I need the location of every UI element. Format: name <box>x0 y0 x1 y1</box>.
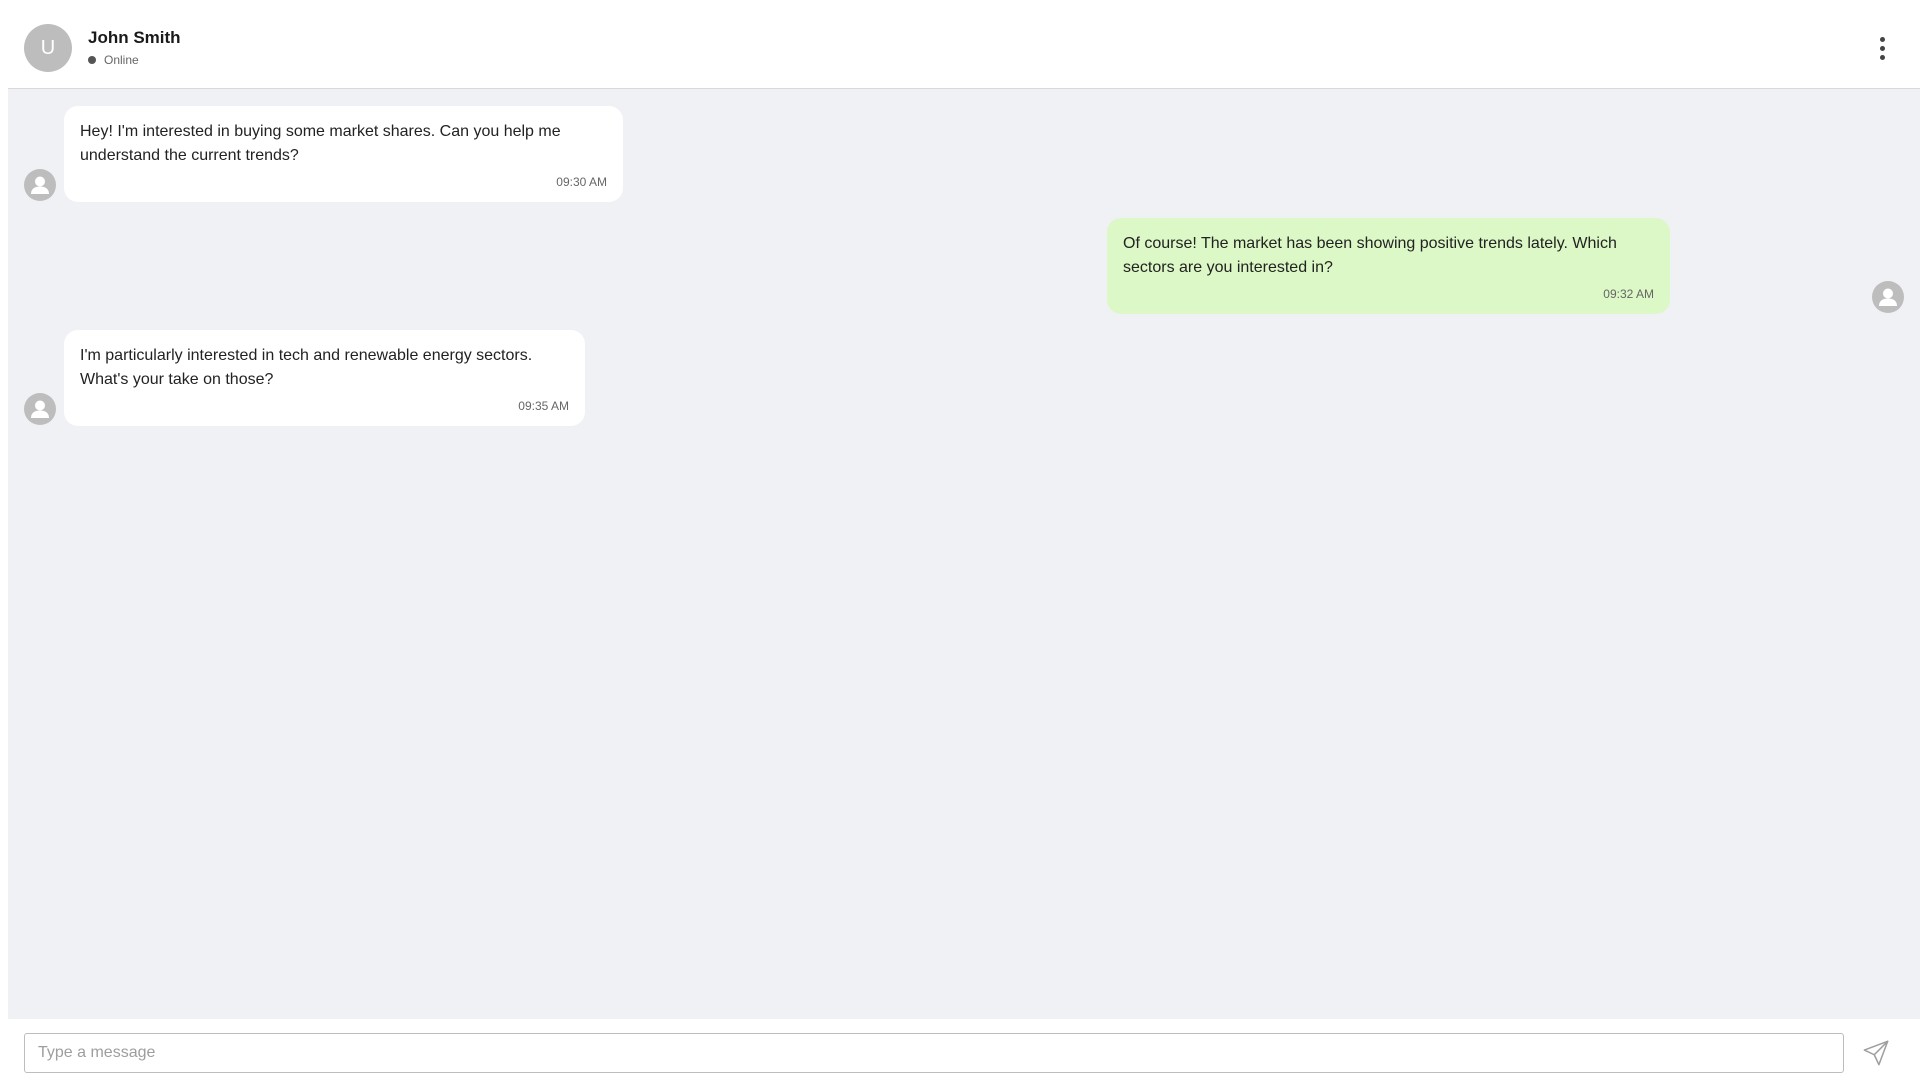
message-time: 09:35 AM <box>518 399 569 413</box>
chat-app: U John Smith Online Hey! I'm interested … <box>8 0 1920 1080</box>
chat-header: U John Smith Online <box>8 0 1920 89</box>
person-icon <box>1872 281 1904 313</box>
message-input[interactable] <box>24 1033 1844 1073</box>
contact-status-label: Online <box>104 53 139 67</box>
contact-avatar-initial: U <box>40 36 56 59</box>
message-text: Hey! I'm interested in buying some marke… <box>80 123 561 164</box>
message-time: 09:30 AM <box>556 175 607 189</box>
message-time: 09:32 AM <box>1603 287 1654 301</box>
person-icon <box>24 393 56 425</box>
message-list[interactable]: Hey! I'm interested in buying some marke… <box>8 89 1920 1019</box>
message-text: I'm particularly interested in tech and … <box>80 347 533 388</box>
message-text: Of course! The market has been showing p… <box>1123 235 1617 276</box>
composer-bar <box>8 1019 1920 1080</box>
message-bubble-incoming: I'm particularly interested in tech and … <box>64 330 585 426</box>
message-bubble-incoming: Hey! I'm interested in buying some marke… <box>64 106 623 202</box>
contact-name: John Smith <box>88 28 181 47</box>
message-bubble-outgoing: Of course! The market has been showing p… <box>1107 218 1670 314</box>
status-dot-icon <box>88 56 96 64</box>
more-vertical-icon[interactable] <box>1868 30 1896 66</box>
contact-status: Online <box>88 53 139 67</box>
contact-avatar[interactable]: U <box>24 24 72 72</box>
person-icon <box>24 169 56 201</box>
send-icon[interactable] <box>1860 1037 1892 1069</box>
